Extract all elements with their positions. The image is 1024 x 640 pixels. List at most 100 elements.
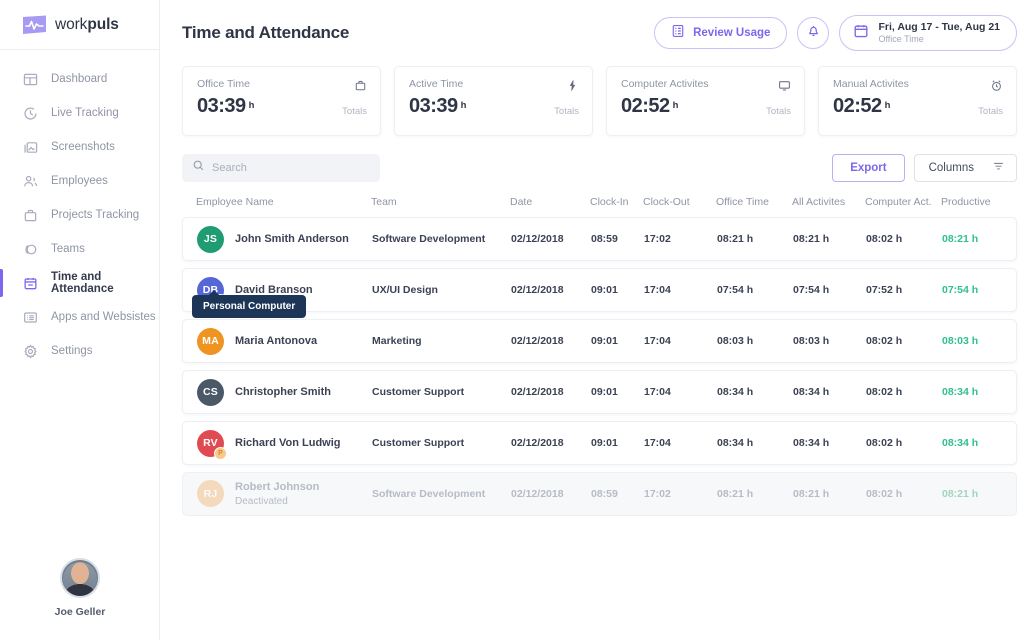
sidebar-item-label: Live Tracking — [51, 107, 119, 119]
cell-clock-out: 17:02 — [644, 233, 717, 245]
bolt-icon — [565, 78, 579, 92]
cell-clock-out: 17:04 — [644, 386, 717, 398]
gear-icon — [22, 343, 39, 360]
cell-computer-act: 08:02 h — [866, 335, 942, 347]
sidebar-item-apps-and-websites[interactable]: Apps and Websistes — [0, 300, 159, 334]
calendar-icon — [853, 23, 869, 44]
cell-team: Software Development — [372, 233, 511, 245]
column-header-employee-name[interactable]: Employee Name — [196, 196, 371, 208]
stat-card-manual-activites[interactable]: Manual Activites 02:52 h Totals — [818, 66, 1017, 136]
stat-card-value: 02:52 — [621, 95, 670, 118]
date-range-picker[interactable]: Fri, Aug 17 - Tue, Aug 21 Office Time — [839, 15, 1017, 51]
cell-clock-in: 09:01 — [591, 335, 644, 347]
column-header-team[interactable]: Team — [371, 196, 510, 208]
sidebar-item-dashboard[interactable]: Dashboard — [0, 62, 159, 96]
stat-card-unit: h — [249, 100, 255, 111]
sidebar-item-label: Employees — [51, 175, 108, 187]
employee-name: John Smith Anderson — [235, 232, 349, 246]
cell-all-activites: 08:21 h — [793, 233, 866, 245]
column-header-computer-act[interactable]: Computer Act. — [865, 196, 941, 208]
cell-productive: 08:34 h — [942, 386, 1002, 398]
cell-productive: 08:21 h — [942, 233, 1002, 245]
cell-all-activites: 08:21 h — [793, 488, 866, 500]
avatar[interactable]: RV P — [197, 430, 224, 457]
stat-card-office-time[interactable]: Office Time 03:39 h Totals — [182, 66, 381, 136]
tooltip-personal-computer: Personal Computer — [192, 295, 306, 318]
search-input[interactable] — [212, 162, 370, 174]
cell-office-time: 08:34 h — [717, 386, 793, 398]
avatar-initials: RJ — [204, 488, 218, 500]
notifications-button[interactable] — [797, 17, 829, 49]
column-header-clock-in[interactable]: Clock-In — [590, 196, 643, 208]
live-tracking-icon — [22, 105, 39, 122]
column-header-all-activites[interactable]: All Activites — [792, 196, 865, 208]
table-row[interactable]: MA Maria Antonova Marketing 02/12/2018 0… — [182, 319, 1017, 363]
sidebar-item-settings[interactable]: Settings — [0, 334, 159, 368]
date-range-subtitle: Office Time — [878, 34, 1000, 45]
cell-clock-in: 09:01 — [591, 386, 644, 398]
avatar[interactable] — [60, 558, 100, 598]
cell-office-time: 08:21 h — [717, 488, 793, 500]
column-header-clock-out[interactable]: Clock-Out — [643, 196, 716, 208]
cell-productive: 08:34 h — [942, 437, 1002, 449]
table-row[interactable]: RV P Richard Von Ludwig Customer Support… — [182, 421, 1017, 465]
table-row[interactable]: CS Christopher Smith Customer Support 02… — [182, 370, 1017, 414]
cell-date: 02/12/2018 — [511, 233, 591, 245]
sidebar-item-label: Apps and Websistes — [51, 311, 156, 323]
table-row[interactable]: RJ Robert Johnson Deactivated Software D… — [182, 472, 1017, 516]
search-box[interactable] — [182, 154, 380, 182]
avatar[interactable]: JS — [197, 226, 224, 253]
dashboard-icon — [22, 71, 39, 88]
date-range-value: Fri, Aug 17 - Tue, Aug 21 — [878, 21, 1000, 34]
avatar-initials: CS — [203, 386, 218, 398]
review-usage-label: Review Usage — [693, 27, 770, 39]
sidebar-user[interactable]: Joe Geller — [0, 558, 160, 618]
app-root: workpuls Dashboard — [0, 0, 1024, 640]
logo-text-bold: puls — [87, 16, 118, 33]
avatar[interactable]: RJ — [197, 480, 224, 507]
export-button[interactable]: Export — [832, 154, 904, 182]
cell-clock-out: 17:04 — [644, 284, 717, 296]
column-header-date[interactable]: Date — [510, 196, 590, 208]
avatar-initials: JS — [204, 233, 217, 245]
cell-clock-in: 08:59 — [591, 488, 644, 500]
cell-date: 02/12/2018 — [511, 437, 591, 449]
avatar[interactable]: CS — [197, 379, 224, 406]
cell-clock-out: 17:02 — [644, 488, 717, 500]
sidebar-item-time-and-attendance[interactable]: Time and Attendance — [0, 266, 159, 300]
toolbar-actions: Export Columns — [832, 154, 1017, 182]
stat-card-value: 03:39 — [409, 95, 458, 118]
cell-team: Customer Support — [372, 437, 511, 449]
avatar-initials: MA — [202, 335, 219, 347]
stat-card-computer-activites[interactable]: Computer Activites 02:52 h Totals — [606, 66, 805, 136]
attendance-table: Employee Name Team Date Clock-In Clock-O… — [160, 196, 1024, 516]
list-report-icon — [671, 24, 685, 43]
sidebar-item-screenshots[interactable]: Screenshots — [0, 130, 159, 164]
sidebar-item-employees[interactable]: Employees — [0, 164, 159, 198]
workpuls-logo-icon — [22, 15, 48, 35]
table-row[interactable]: DB P David Branson UX/UI Design 02/12/20… — [182, 268, 1017, 312]
logo-text: workpuls — [55, 16, 119, 34]
stat-cards: Office Time 03:39 h Totals Acti — [160, 66, 1024, 136]
alarm-clock-icon — [989, 78, 1003, 92]
table-row[interactable]: JS John Smith Anderson Software Developm… — [182, 217, 1017, 261]
personal-computer-badge[interactable]: P — [214, 447, 227, 460]
sidebar-item-projects-tracking[interactable]: Projects Tracking — [0, 198, 159, 232]
columns-label: Columns — [929, 162, 974, 174]
avatar[interactable]: MA — [197, 328, 224, 355]
stat-card-value: 02:52 — [833, 95, 882, 118]
sidebar-item-label: Projects Tracking — [51, 209, 139, 221]
columns-button[interactable]: Columns — [914, 154, 1017, 182]
column-header-productive[interactable]: Productive — [941, 196, 1001, 208]
filter-icon — [992, 160, 1005, 176]
column-header-office-time[interactable]: Office Time — [716, 196, 792, 208]
stat-card-totals: Totals — [554, 106, 579, 117]
stat-card-active-time[interactable]: Active Time 03:39 h Totals — [394, 66, 593, 136]
logo[interactable]: workpuls — [0, 0, 159, 50]
cell-productive: 07:54 h — [942, 284, 1002, 296]
search-icon — [192, 159, 205, 177]
review-usage-button[interactable]: Review Usage — [654, 17, 787, 49]
screenshots-icon — [22, 139, 39, 156]
sidebar-item-live-tracking[interactable]: Live Tracking — [0, 96, 159, 130]
sidebar-item-teams[interactable]: Teams — [0, 232, 159, 266]
